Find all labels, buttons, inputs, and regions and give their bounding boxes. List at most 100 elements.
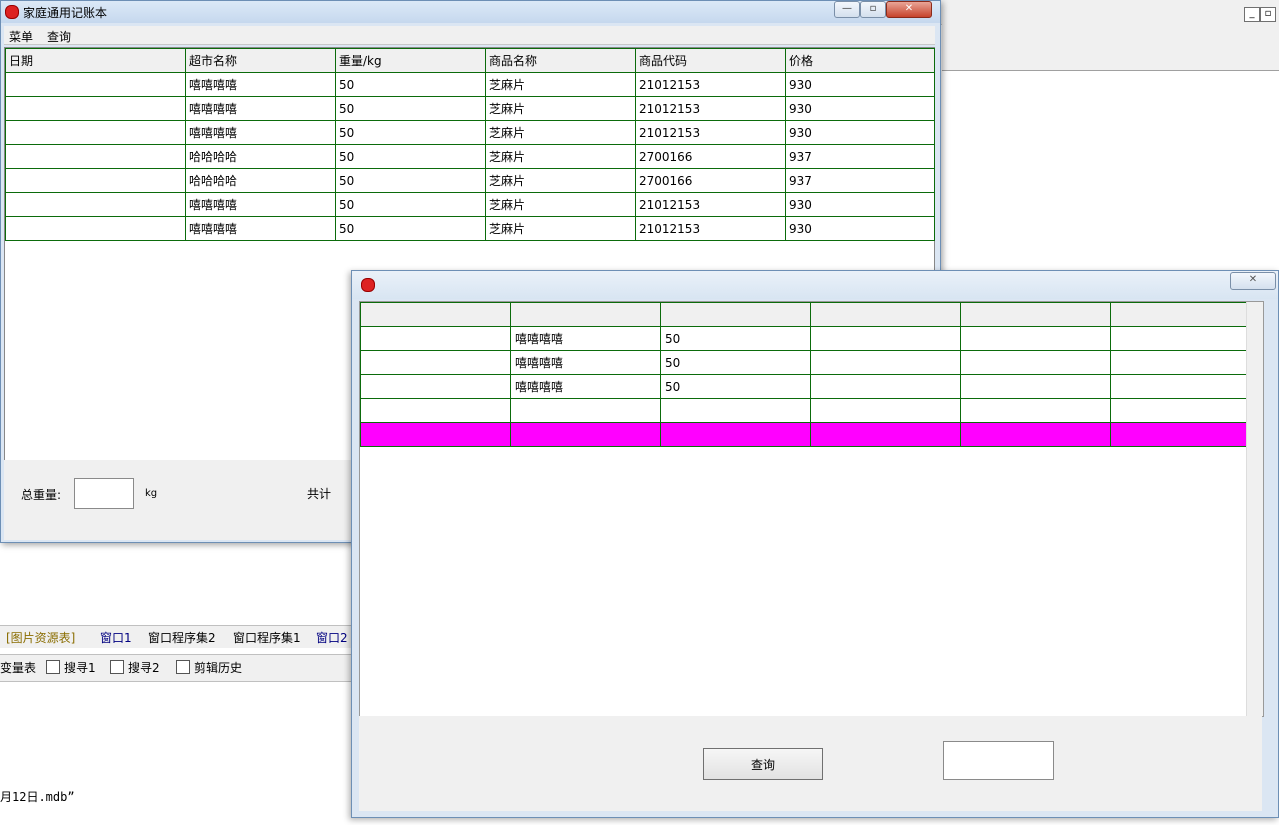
cell-product-name[interactable]: 芝麻片 <box>485 216 636 241</box>
grid-cell[interactable]: 嘻嘻嘻嘻 <box>510 326 661 351</box>
grid-cell[interactable] <box>1110 350 1261 375</box>
grid-cell[interactable]: 嘻嘻嘻嘻 <box>510 350 661 375</box>
grid-cell[interactable] <box>960 326 1111 351</box>
table-row[interactable]: 嘻嘻嘻嘻 50 芝麻片 21012153 930 <box>5 96 935 121</box>
cell-supermarket[interactable]: 嘻嘻嘻嘻 <box>185 72 336 97</box>
column-header[interactable] <box>960 302 1111 327</box>
grid-cell[interactable] <box>960 398 1111 423</box>
cell-weight[interactable]: 50 <box>335 168 486 193</box>
cell-weight[interactable]: 50 <box>335 144 486 169</box>
tool-clip-history[interactable]: 剪辑历史 <box>176 659 242 676</box>
grid-cell[interactable] <box>960 374 1111 399</box>
cell-supermarket[interactable]: 嘻嘻嘻嘻 <box>185 216 336 241</box>
cell-product-name[interactable]: 芝麻片 <box>485 72 636 97</box>
query-button[interactable]: 查询 <box>703 748 823 780</box>
cell-product-name[interactable]: 芝麻片 <box>485 144 636 169</box>
column-header-supermarket[interactable]: 超市名称 <box>185 48 336 73</box>
cell-product-name[interactable]: 芝麻片 <box>485 120 636 145</box>
cell-product-code[interactable]: 21012153 <box>635 192 786 217</box>
cell-product-code[interactable]: 21012153 <box>635 120 786 145</box>
menu-item-query[interactable]: 查询 <box>47 28 71 45</box>
cell-weight[interactable]: 50 <box>335 192 486 217</box>
cell-price[interactable]: 930 <box>785 192 935 217</box>
grid-cell[interactable]: 嘻嘻嘻嘻 <box>510 374 661 399</box>
cell-price[interactable]: 930 <box>785 120 935 145</box>
cell-date[interactable] <box>5 72 186 97</box>
cell-date[interactable] <box>5 144 186 169</box>
grid-cell[interactable] <box>810 374 961 399</box>
table-row[interactable]: 嘻嘻嘻嘻 50 芝麻片 21012153 930 <box>5 120 935 145</box>
menu-item-menu[interactable]: 菜单 <box>9 28 33 45</box>
cell-price[interactable]: 937 <box>785 144 935 169</box>
minimize-button[interactable]: — <box>834 1 860 18</box>
tab-image-resources[interactable]: [图片资源表] <box>6 629 75 646</box>
cell-weight[interactable]: 50 <box>335 216 486 241</box>
grid-cell[interactable] <box>810 398 961 423</box>
query-results-grid[interactable]: 嘻嘻嘻嘻 50 嘻嘻嘻嘻 50 嘻嘻嘻嘻 50 <box>359 301 1264 717</box>
cell-supermarket[interactable]: 嘻嘻嘻嘻 <box>185 96 336 121</box>
column-header-product-name[interactable]: 商品名称 <box>485 48 636 73</box>
cell-product-name[interactable]: 芝麻片 <box>485 96 636 121</box>
column-header-weight[interactable]: 重量/kg <box>335 48 486 73</box>
vertical-scrollbar[interactable] <box>1246 302 1263 716</box>
table-row[interactable]: 嘻嘻嘻嘻 50 芝麻片 21012153 930 <box>5 192 935 217</box>
cell-weight[interactable]: 50 <box>335 96 486 121</box>
table-row[interactable]: 嘻嘻嘻嘻 50 芝麻片 21012153 930 <box>5 72 935 97</box>
grid-cell[interactable] <box>810 350 961 375</box>
column-header-product-code[interactable]: 商品代码 <box>635 48 786 73</box>
tool-search2[interactable]: 搜寻2 <box>110 659 160 676</box>
column-header[interactable] <box>510 302 661 327</box>
tool-variables[interactable]: 变量表 <box>0 659 36 676</box>
cell-product-code[interactable]: 2700166 <box>635 168 786 193</box>
cell-product-name[interactable]: 芝麻片 <box>485 192 636 217</box>
table-row[interactable]: 嘻嘻嘻嘻 50 <box>360 326 1261 351</box>
grid-cell[interactable] <box>660 422 811 447</box>
cell-date[interactable] <box>5 216 186 241</box>
grid-cell[interactable] <box>810 422 961 447</box>
grid-cell[interactable] <box>1110 374 1261 399</box>
grid-cell[interactable] <box>660 398 811 423</box>
grid-cell[interactable] <box>960 350 1111 375</box>
table-row[interactable]: 哈哈哈哈 50 芝麻片 2700166 937 <box>5 168 935 193</box>
grid-cell[interactable] <box>360 398 511 423</box>
cell-date[interactable] <box>5 168 186 193</box>
grid-cell[interactable] <box>1110 398 1261 423</box>
cell-product-code[interactable]: 21012153 <box>635 96 786 121</box>
column-header-date[interactable]: 日期 <box>5 48 186 73</box>
cell-supermarket[interactable]: 嘻嘻嘻嘻 <box>185 120 336 145</box>
tab-window1[interactable]: 窗口1 <box>100 629 132 646</box>
grid-cell[interactable] <box>510 422 661 447</box>
grid-cell[interactable] <box>510 398 661 423</box>
cell-date[interactable] <box>5 120 186 145</box>
grid-cell[interactable] <box>1110 422 1261 447</box>
cell-product-code[interactable]: 2700166 <box>635 144 786 169</box>
grid-cell[interactable] <box>960 422 1111 447</box>
column-header[interactable] <box>810 302 961 327</box>
close-button[interactable]: ✕ <box>1230 272 1276 290</box>
table-row[interactable] <box>360 398 1261 423</box>
tab-window-assembly1[interactable]: 窗口程序集1 <box>233 629 301 646</box>
cell-supermarket[interactable]: 哈哈哈哈 <box>185 144 336 169</box>
table-row[interactable]: 哈哈哈哈 50 芝麻片 2700166 937 <box>5 144 935 169</box>
cell-price[interactable]: 937 <box>785 168 935 193</box>
total-weight-input[interactable] <box>74 478 134 509</box>
tool-search1[interactable]: 搜寻1 <box>46 659 96 676</box>
grid-cell[interactable]: 50 <box>660 374 811 399</box>
mdi-minimize-button[interactable]: _ <box>1244 7 1260 22</box>
cell-date[interactable] <box>5 192 186 217</box>
cell-product-name[interactable]: 芝麻片 <box>485 168 636 193</box>
column-header[interactable] <box>660 302 811 327</box>
grid-cell[interactable] <box>810 326 961 351</box>
table-row[interactable]: 嘻嘻嘻嘻 50 <box>360 350 1261 375</box>
cell-price[interactable]: 930 <box>785 72 935 97</box>
maximize-button[interactable]: ▫ <box>860 1 886 18</box>
cell-product-code[interactable]: 21012153 <box>635 216 786 241</box>
grid-cell[interactable] <box>360 326 511 351</box>
grid-cell[interactable] <box>360 422 511 447</box>
tab-window2[interactable]: 窗口2 <box>316 629 348 646</box>
cell-weight[interactable]: 50 <box>335 72 486 97</box>
cell-weight[interactable]: 50 <box>335 120 486 145</box>
table-row[interactable]: 嘻嘻嘻嘻 50 <box>360 374 1261 399</box>
grid-cell[interactable] <box>1110 326 1261 351</box>
grid-cell[interactable] <box>360 350 511 375</box>
